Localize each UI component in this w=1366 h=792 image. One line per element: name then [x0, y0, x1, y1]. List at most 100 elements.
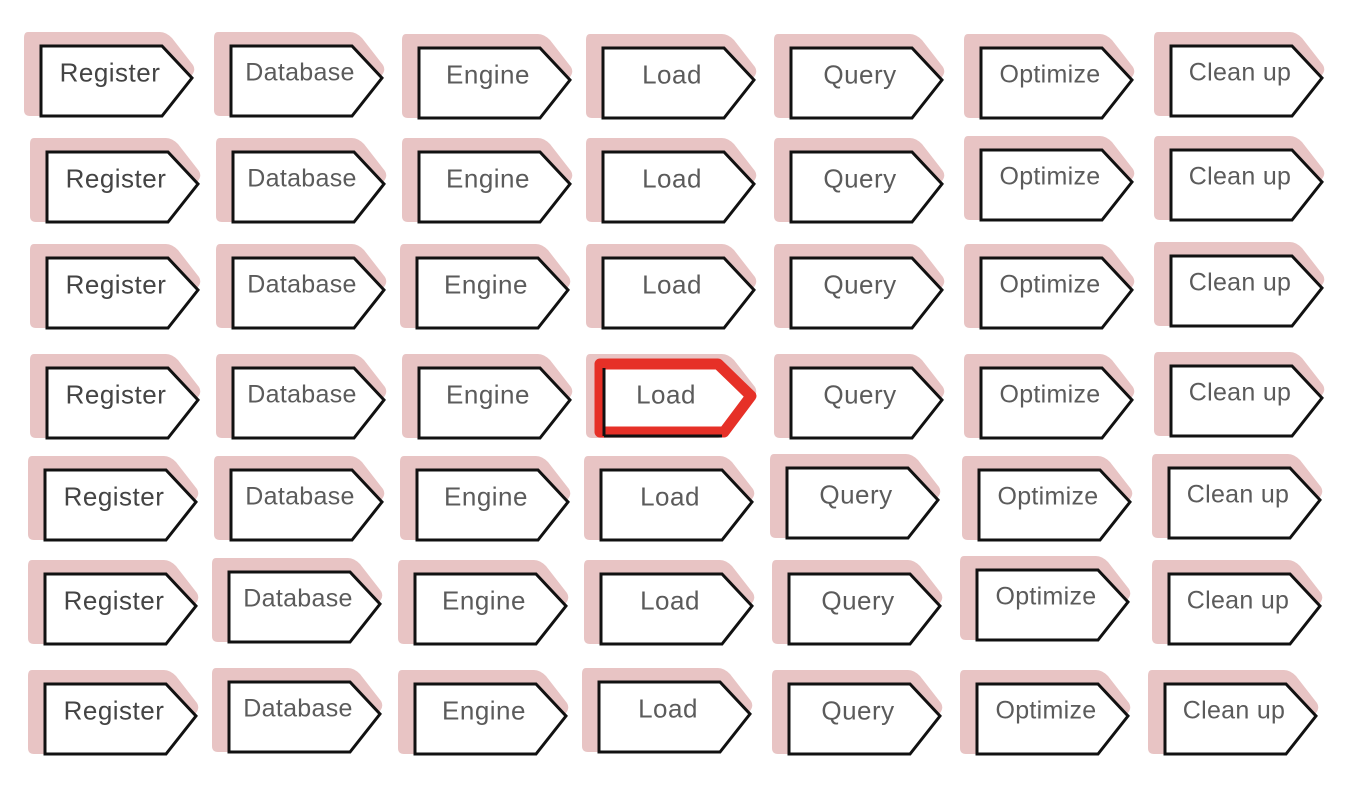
tag-outline — [599, 468, 754, 542]
step-tag-register[interactable]: Register — [28, 136, 203, 228]
tag-outline — [979, 46, 1134, 120]
tag-outline — [977, 468, 1132, 542]
pentagon-arrow-tag-icon — [964, 354, 1135, 440]
tag-outline — [45, 366, 200, 440]
step-tag-register[interactable]: Register — [26, 454, 201, 546]
step-tag-database[interactable]: Database — [214, 352, 389, 444]
step-tag-clean-up[interactable]: Clean up — [1152, 350, 1327, 442]
step-tag-database[interactable]: Database — [214, 242, 389, 334]
step-tag-database[interactable]: Database — [210, 556, 385, 648]
step-tag-load[interactable]: Load — [582, 558, 757, 650]
pentagon-arrow-tag-icon — [584, 560, 755, 646]
step-tag-load[interactable]: Load — [584, 242, 759, 334]
pentagon-arrow-tag-icon — [774, 138, 945, 224]
pentagon-arrow-tag-icon — [584, 456, 755, 542]
step-tag-clean-up[interactable]: Clean up — [1152, 30, 1327, 122]
tag-outline — [415, 256, 570, 330]
step-tag-query[interactable]: Query — [772, 32, 947, 124]
step-tag-database[interactable]: Database — [210, 666, 385, 758]
step-tag-query[interactable]: Query — [772, 352, 947, 444]
pentagon-arrow-tag-icon — [1154, 136, 1325, 222]
step-tag-load-selected[interactable]: Load — [584, 352, 759, 444]
tag-outline — [599, 572, 754, 646]
step-tag-register[interactable]: Register — [28, 352, 203, 444]
pentagon-arrow-tag-icon — [402, 354, 573, 440]
step-tag-query[interactable]: Query — [772, 242, 947, 334]
step-tag-database[interactable]: Database — [212, 30, 387, 122]
tag-outline — [601, 46, 756, 120]
tag-outline — [39, 44, 194, 118]
step-tag-query[interactable]: Query — [768, 452, 943, 544]
pentagon-arrow-tag-icon — [960, 670, 1131, 756]
step-tag-register[interactable]: Register — [28, 242, 203, 334]
pentagon-arrow-tag-icon — [964, 34, 1135, 120]
step-tag-optimize[interactable]: Optimize — [958, 668, 1133, 760]
step-tag-database[interactable]: Database — [214, 136, 389, 228]
step-tag-engine[interactable]: Engine — [398, 454, 573, 546]
step-tag-engine[interactable]: Engine — [396, 668, 571, 760]
tag-outline-selected — [594, 358, 757, 438]
tag-outline — [43, 468, 198, 542]
step-tag-clean-up[interactable]: Clean up — [1150, 452, 1325, 544]
step-tag-query[interactable]: Query — [770, 668, 945, 760]
step-tag-load[interactable]: Load — [584, 136, 759, 228]
step-tag-load[interactable]: Load — [584, 32, 759, 124]
pentagon-arrow-tag-icon — [770, 454, 941, 540]
step-tag-optimize[interactable]: Optimize — [962, 352, 1137, 444]
pentagon-arrow-tag-icon — [1152, 454, 1323, 540]
step-tag-register[interactable]: Register — [26, 668, 201, 760]
tag-outline — [789, 366, 944, 440]
step-tag-engine[interactable]: Engine — [400, 352, 575, 444]
tag-outline — [1169, 364, 1324, 438]
tag-outline — [417, 46, 572, 120]
tag-outline — [1167, 466, 1322, 540]
tag-outline — [597, 680, 752, 754]
pentagon-arrow-tag-icon — [586, 138, 757, 224]
step-tag-query[interactable]: Query — [770, 558, 945, 650]
pentagon-arrow-tag-icon — [30, 354, 201, 440]
pentagon-arrow-tag-icon — [398, 670, 569, 756]
tag-outline — [789, 150, 944, 224]
pentagon-arrow-tag-icon — [964, 136, 1135, 222]
tag-outline — [227, 680, 382, 754]
pentagon-arrow-tag-icon — [774, 354, 945, 440]
pentagon-arrow-tag-icon — [1154, 242, 1325, 328]
step-tag-clean-up[interactable]: Clean up — [1150, 558, 1325, 650]
step-tag-database[interactable]: Database — [212, 454, 387, 546]
pentagon-arrow-tag-icon — [30, 244, 201, 330]
pentagon-arrow-tag-icon — [214, 32, 385, 118]
pentagon-arrow-tag-icon — [402, 34, 573, 120]
step-tag-engine[interactable]: Engine — [396, 558, 571, 650]
tag-outline — [45, 256, 200, 330]
step-tag-clean-up[interactable]: Clean up — [1152, 240, 1327, 332]
step-tag-engine[interactable]: Engine — [400, 136, 575, 228]
tag-outline — [413, 572, 568, 646]
pentagon-arrow-tag-icon — [216, 138, 387, 224]
step-tag-optimize[interactable]: Optimize — [962, 242, 1137, 334]
tag-outline — [229, 44, 384, 118]
pentagon-arrow-tag-icon — [30, 138, 201, 224]
pentagon-arrow-tag-icon — [28, 456, 199, 542]
pentagon-arrow-tag-icon — [586, 354, 757, 438]
step-tag-register[interactable]: Register — [26, 558, 201, 650]
step-tag-optimize[interactable]: Optimize — [958, 554, 1133, 646]
pentagon-arrow-tag-icon — [772, 670, 943, 756]
step-tag-optimize[interactable]: Optimize — [962, 32, 1137, 124]
step-tag-load[interactable]: Load — [582, 454, 757, 546]
tag-outline — [417, 366, 572, 440]
step-tag-engine[interactable]: Engine — [400, 32, 575, 124]
tag-outline — [1169, 254, 1324, 328]
step-tag-query[interactable]: Query — [772, 136, 947, 228]
step-tag-clean-up[interactable]: Clean up — [1146, 668, 1321, 760]
tag-outline — [979, 148, 1134, 222]
step-tag-register[interactable]: Register — [22, 30, 197, 122]
step-tag-clean-up[interactable]: Clean up — [1152, 134, 1327, 226]
pentagon-arrow-tag-icon — [216, 354, 387, 440]
step-tag-engine[interactable]: Engine — [398, 242, 573, 334]
tag-outline — [601, 150, 756, 224]
step-tag-load[interactable]: Load — [580, 666, 755, 758]
tag-outline — [417, 150, 572, 224]
step-tag-optimize[interactable]: Optimize — [962, 134, 1137, 226]
pentagon-arrow-tag-icon — [398, 560, 569, 646]
step-tag-optimize[interactable]: Optimize — [960, 454, 1135, 546]
